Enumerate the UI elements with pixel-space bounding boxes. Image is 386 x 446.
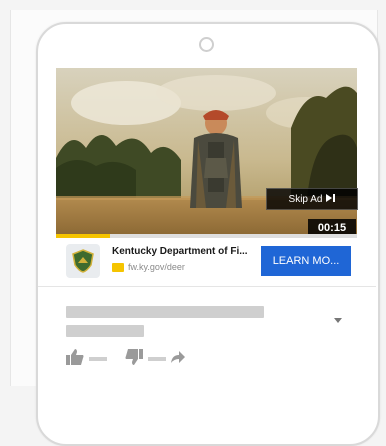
skip-next-icon: [326, 193, 336, 205]
skip-ad-button[interactable]: Skip Ad: [266, 188, 358, 210]
share-arrow-icon[interactable]: [171, 350, 185, 368]
shield-logo-icon: [72, 249, 94, 273]
ad-url-line: fw.ky.gov/deer: [112, 262, 185, 272]
skip-ad-label: Skip Ad: [288, 193, 323, 205]
video-meta-placeholder: [66, 325, 144, 337]
action-row: [66, 348, 185, 370]
section-divider: [38, 286, 376, 287]
like-count-placeholder: [89, 357, 107, 361]
learn-more-button[interactable]: LEARN MO...: [261, 246, 351, 276]
phone-camera: [199, 37, 214, 52]
thumbs-up-icon[interactable]: [66, 348, 84, 370]
ad-url: fw.ky.gov/deer: [128, 262, 185, 272]
ad-badge-icon: [112, 262, 124, 272]
advertiser-name: Kentucky Department of Fi...: [112, 246, 248, 257]
chevron-down-icon[interactable]: [334, 318, 342, 323]
thumbs-down-icon[interactable]: [125, 348, 143, 370]
video-title-placeholder: [66, 306, 264, 318]
ad-info-row[interactable]: Kentucky Department of Fi... fw.ky.gov/d…: [56, 238, 357, 286]
dislike-count-placeholder: [148, 357, 166, 361]
advertiser-logo: [66, 244, 100, 278]
